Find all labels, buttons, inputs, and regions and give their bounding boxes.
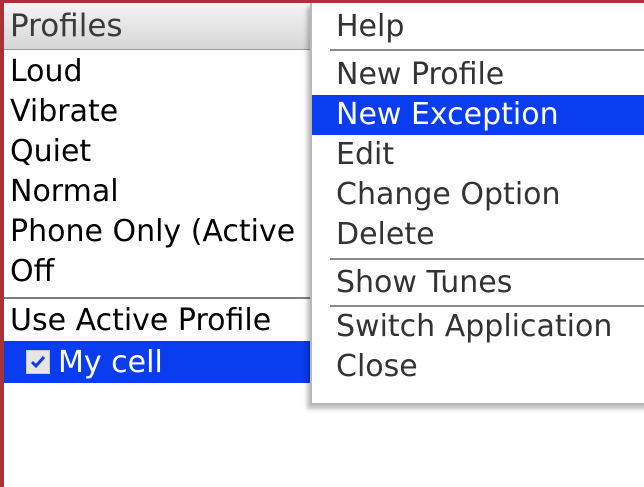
checked-checkbox-icon[interactable] <box>26 350 50 374</box>
menu-item-switch-application[interactable]: Switch Application <box>312 307 644 347</box>
context-menu: Help New Profile New Exception Edit Chan… <box>310 3 644 405</box>
menu-divider <box>330 258 644 260</box>
menu-item-new-exception[interactable]: New Exception <box>312 95 644 135</box>
my-cell-item[interactable]: My cell <box>26 341 163 383</box>
screen-title: Profiles <box>10 8 123 44</box>
checkmark-icon <box>30 356 46 369</box>
use-active-profile-label: Use Active Profile <box>10 303 272 338</box>
menu-item-close[interactable]: Close <box>312 347 644 387</box>
frame-left-border <box>0 0 4 487</box>
my-cell-label: My cell <box>58 344 163 380</box>
profiles-screen: Profiles Loud Vibrate Quiet Normal Phone… <box>0 0 644 487</box>
menu-item-show-tunes[interactable]: Show Tunes <box>312 263 644 303</box>
menu-item-help[interactable]: Help <box>312 7 644 47</box>
menu-item-change-option[interactable]: Change Option <box>312 175 644 215</box>
menu-divider <box>330 49 644 51</box>
menu-item-delete[interactable]: Delete <box>312 215 644 255</box>
menu-item-edit[interactable]: Edit <box>312 135 644 175</box>
frame-top-border <box>0 0 644 3</box>
menu-item-new-profile[interactable]: New Profile <box>312 55 644 95</box>
